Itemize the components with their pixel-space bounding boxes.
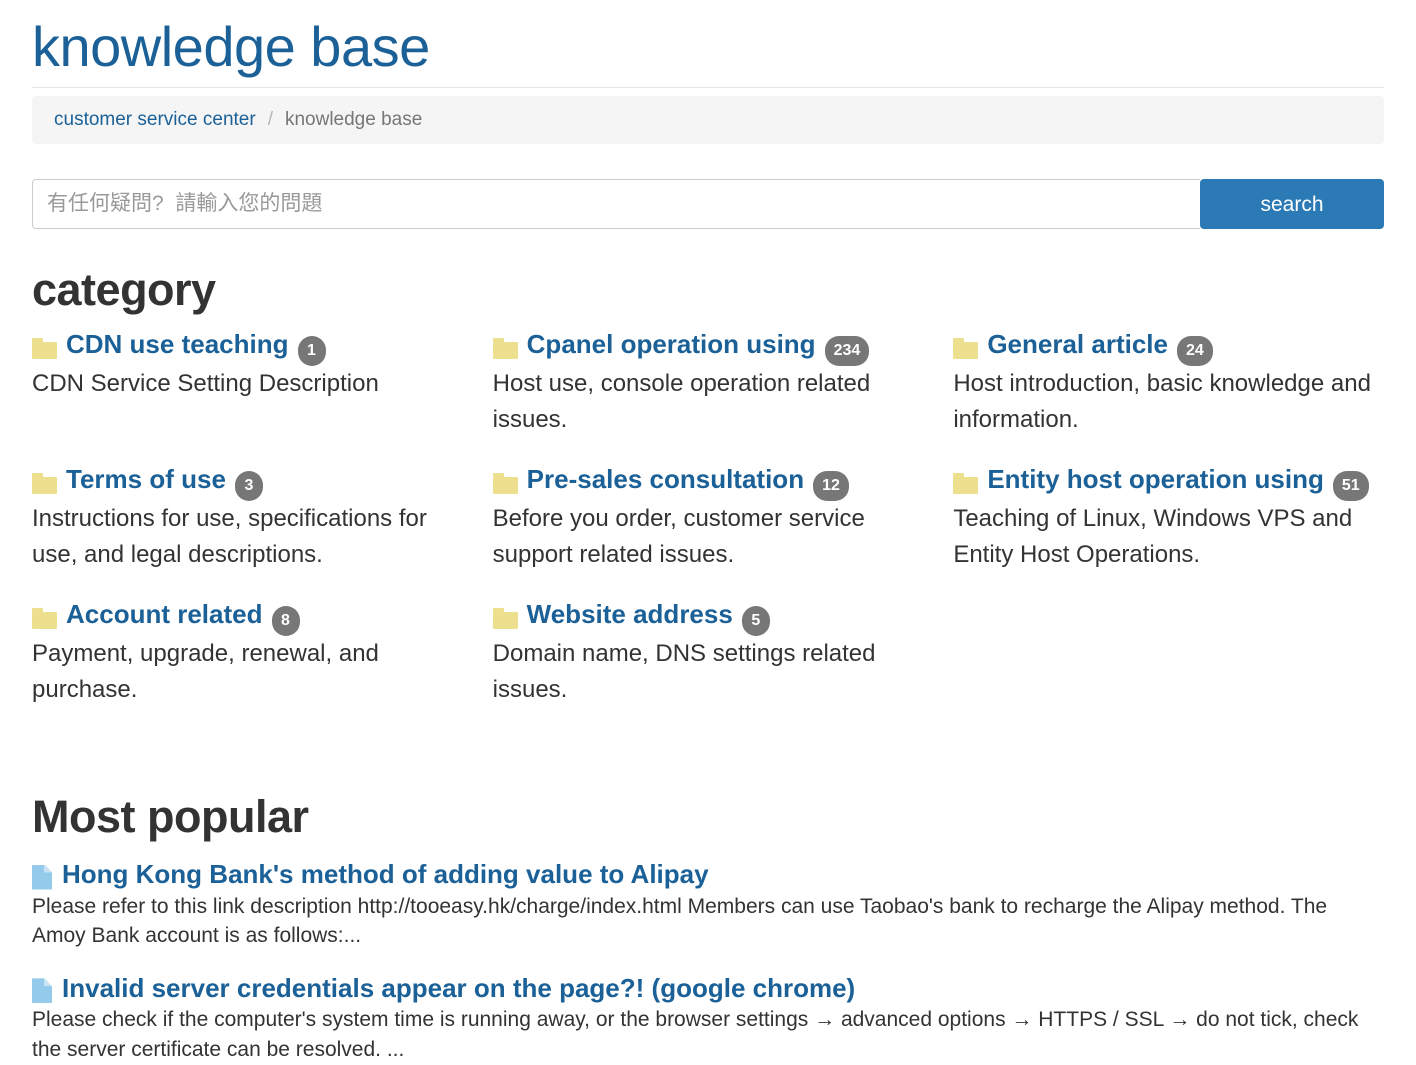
folder-icon bbox=[492, 337, 518, 359]
document-icon bbox=[32, 864, 52, 890]
folder-icon bbox=[492, 472, 518, 494]
category-count-badge: 5 bbox=[741, 605, 770, 636]
breadcrumb-link-customer-service-center[interactable]: customer service center bbox=[54, 108, 256, 133]
page-container: knowledge base customer service center /… bbox=[0, 0, 1416, 1065]
article-header: Invalid server credentials appear on the… bbox=[32, 973, 1384, 1004]
category-link[interactable]: CDN use teaching bbox=[66, 329, 289, 360]
page-header: knowledge base bbox=[32, 0, 1384, 88]
category-link[interactable]: Pre-sales consultation bbox=[527, 464, 804, 495]
category-header: Account related 8 bbox=[32, 599, 463, 636]
category-grid: CDN use teaching 1 CDN Service Setting D… bbox=[32, 329, 1384, 734]
search-bar: search bbox=[32, 179, 1384, 230]
category-header: Terms of use 3 bbox=[32, 464, 463, 501]
article-link[interactable]: Invalid server credentials appear on the… bbox=[62, 973, 855, 1004]
search-input[interactable] bbox=[32, 179, 1200, 230]
category-link[interactable]: Cpanel operation using bbox=[527, 329, 816, 360]
category-link[interactable]: Entity host operation using bbox=[987, 464, 1324, 495]
category-link[interactable]: General article bbox=[987, 329, 1168, 360]
folder-icon bbox=[953, 472, 979, 494]
category-header: Website address 5 bbox=[492, 599, 924, 636]
search-button[interactable]: search bbox=[1200, 179, 1384, 230]
document-icon bbox=[32, 978, 52, 1004]
category-count-badge: 51 bbox=[1332, 470, 1369, 501]
category-description: CDN Service Setting Description bbox=[32, 369, 379, 397]
category-description: Domain name, DNS settings related issues… bbox=[492, 639, 876, 703]
article-link[interactable]: Hong Kong Bank's method of adding value … bbox=[62, 859, 709, 890]
category-description: Teaching of Linux, Windows VPS and Entit… bbox=[953, 504, 1353, 568]
folder-icon bbox=[32, 337, 57, 359]
category-item: Entity host operation using 51 Teaching … bbox=[953, 464, 1384, 599]
category-count-badge: 24 bbox=[1176, 335, 1213, 366]
category-header: Entity host operation using 51 bbox=[953, 464, 1384, 501]
folder-icon bbox=[492, 607, 518, 629]
category-item: Website address 5 Domain name, DNS setti… bbox=[492, 599, 924, 734]
category-item: Terms of use 3 Instructions for use, spe… bbox=[32, 464, 463, 599]
article-header: Hong Kong Bank's method of adding value … bbox=[32, 859, 1384, 890]
breadcrumb-current: knowledge base bbox=[284, 108, 423, 130]
category-item: Cpanel operation using 234 Host use, con… bbox=[492, 329, 924, 464]
category-link[interactable]: Terms of use bbox=[66, 464, 226, 495]
category-item: General article 24 Host introduction, ba… bbox=[953, 329, 1384, 464]
category-item: Account related 8 Payment, upgrade, rene… bbox=[32, 599, 463, 734]
article-excerpt: Please check if the computer's system ti… bbox=[32, 1008, 1359, 1062]
category-heading: category bbox=[32, 264, 216, 316]
popular-article-item: Hong Kong Bank's method of adding value … bbox=[32, 859, 1384, 951]
breadcrumb: customer service center / knowledge base bbox=[32, 95, 1384, 145]
category-description: Host use, console operation related issu… bbox=[492, 369, 871, 433]
category-description: Host introduction, basic knowledge and i… bbox=[953, 369, 1371, 433]
popular-article-item: Invalid server credentials appear on the… bbox=[32, 973, 1384, 1065]
category-header: Cpanel operation using 234 bbox=[492, 329, 924, 366]
breadcrumb-separator: / bbox=[267, 108, 273, 130]
category-item: CDN use teaching 1 CDN Service Setting D… bbox=[32, 329, 463, 464]
category-header: Pre-sales consultation 12 bbox=[492, 464, 924, 501]
folder-icon bbox=[32, 472, 57, 494]
category-item: Pre-sales consultation 12 Before you ord… bbox=[492, 464, 924, 599]
category-count-badge: 234 bbox=[824, 335, 870, 366]
category-description: Before you order, customer service suppo… bbox=[492, 504, 865, 568]
category-count-badge: 8 bbox=[271, 605, 300, 636]
article-excerpt: Please refer to this link description ht… bbox=[32, 894, 1328, 948]
page-title: knowledge base bbox=[32, 15, 430, 78]
folder-icon bbox=[32, 607, 57, 629]
category-link[interactable]: Website address bbox=[527, 599, 733, 630]
category-count-badge: 1 bbox=[297, 335, 326, 366]
category-link[interactable]: Account related bbox=[66, 599, 263, 630]
category-header: CDN use teaching 1 bbox=[32, 329, 463, 366]
category-header: General article 24 bbox=[953, 329, 1384, 366]
category-count-badge: 12 bbox=[813, 470, 849, 501]
category-description: Payment, upgrade, renewal, and purchase. bbox=[32, 639, 379, 703]
category-count-badge: 3 bbox=[234, 470, 263, 501]
category-description: Instructions for use, specifications for… bbox=[32, 504, 427, 568]
popular-heading: Most popular bbox=[32, 790, 309, 842]
folder-icon bbox=[953, 337, 979, 359]
